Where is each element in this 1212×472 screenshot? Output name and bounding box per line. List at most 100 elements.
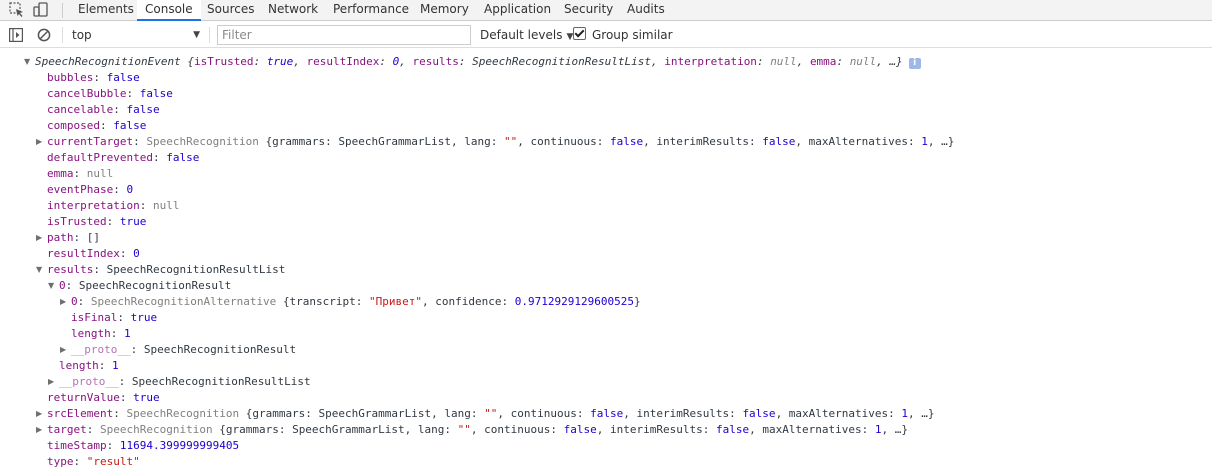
toolbar-divider (209, 27, 210, 43)
property-content: isTrusted: true (47, 214, 146, 230)
clear-console-icon[interactable] (37, 27, 51, 42)
context-selector[interactable]: top ▼ (72, 26, 202, 44)
colon: : (119, 391, 134, 404)
property-content: bubbles: false (47, 70, 140, 86)
property-value: , maxAlternatives: (795, 135, 922, 148)
property-value: "Привет" (369, 295, 423, 308)
property-value: , confidence: (422, 295, 515, 308)
checkbox-checked-icon[interactable] (573, 27, 586, 40)
property-value: , continuous: (497, 407, 591, 420)
property-content: cancelBubble: false (47, 86, 173, 102)
property-value: 1 (112, 359, 119, 372)
property-value: , …} (881, 423, 909, 436)
property-value: null (86, 167, 114, 180)
property-value: false (106, 71, 140, 84)
property-value: , interimResults: (643, 135, 763, 148)
property-row-defaultprevented: defaultPrevented: false (0, 150, 1212, 166)
property-key: resultIndex (47, 247, 120, 260)
info-icon[interactable]: i (908, 58, 921, 69)
expand-triangle-down-icon[interactable]: ▼ (48, 278, 58, 294)
show-sidebar-icon[interactable] (9, 27, 24, 43)
preview-key: resultIndex (306, 55, 380, 68)
property-content: emma: null (47, 166, 113, 182)
property-key: isFinal (71, 311, 118, 324)
property-key: 0 (59, 279, 66, 292)
tab-elements[interactable]: Elements (70, 0, 142, 21)
tab-memory[interactable]: Memory (412, 0, 477, 21)
filter-input[interactable] (217, 25, 471, 45)
comma: , (650, 55, 665, 68)
property-value: 1 (921, 135, 928, 148)
dropdown-arrow-icon: ▼ (193, 30, 200, 40)
tab-network[interactable]: Network (260, 0, 326, 21)
property-value: 1 (124, 327, 131, 340)
property-key: returnValue (47, 391, 120, 404)
property-value: false (762, 135, 796, 148)
property-row-proto[interactable]: ▶ __proto__: SpeechRecognitionResultList (0, 374, 1212, 390)
property-content: results: SpeechRecognitionResultList (47, 262, 285, 278)
expand-triangle-down-icon[interactable]: ▼ (24, 54, 34, 70)
tab-console[interactable]: Console (137, 0, 201, 21)
expand-triangle-right-icon[interactable]: ▶ (36, 422, 46, 438)
log-entry-header[interactable]: ▼ SpeechRecognitionEvent {isTrusted: true… (0, 54, 1212, 70)
expand-triangle-right-icon[interactable]: ▶ (36, 134, 46, 150)
property-content: isFinal: true (71, 310, 157, 326)
expand-triangle-right-icon[interactable]: ▶ (36, 230, 46, 246)
property-key: length (59, 359, 99, 372)
property-row-srcelement[interactable]: ▶ srcElement: SpeechRecognition {grammars… (0, 406, 1212, 422)
object-property-tree: bubbles: false cancelBubble: false cancela… (0, 70, 1212, 470)
property-row-proto[interactable]: ▶ __proto__: SpeechRecognitionResult (0, 342, 1212, 358)
property-value: {grammars: SpeechGrammarList, lang: (265, 135, 504, 148)
property-key: target (47, 423, 87, 436)
property-value: true (133, 391, 160, 404)
tab-sources[interactable]: Sources (199, 0, 262, 21)
inspect-element-icon[interactable] (9, 2, 25, 18)
preview-key: emma (809, 55, 837, 68)
property-row-currenttarget[interactable]: ▶ currentTarget: SpeechRecognition {gramm… (0, 134, 1212, 150)
property-value: 1 (874, 423, 882, 436)
property-key: __proto__ (71, 343, 131, 356)
colon: : (110, 327, 124, 340)
property-value: false (126, 103, 160, 116)
tab-application[interactable]: Application (476, 0, 559, 21)
console-toolbar: top ▼ Default levels▼ Group similar (0, 22, 1212, 48)
device-toolbar-icon[interactable] (33, 2, 49, 18)
expand-triangle-right-icon[interactable]: ▶ (60, 342, 70, 358)
colon: : (106, 439, 120, 452)
colon: : (152, 151, 167, 164)
property-key: defaultPrevented (47, 151, 153, 164)
property-value: "" (503, 135, 518, 148)
property-key: composed (47, 119, 100, 132)
property-key: type (47, 455, 74, 468)
property-row-path[interactable]: ▶ path: [] (0, 230, 1212, 246)
property-value: false (715, 423, 750, 436)
console-output: ▼ SpeechRecognitionEvent {isTrusted: true… (0, 54, 1212, 470)
property-content: target: SpeechRecognition {grammars: Spe… (47, 422, 908, 438)
property-row-target[interactable]: ▶ target: SpeechRecognition {grammars: Sp… (0, 422, 1212, 438)
tab-audits[interactable]: Audits (619, 0, 673, 21)
property-row-type: type: "result" (0, 454, 1212, 470)
preview-value: true (266, 55, 294, 68)
comma: , (293, 55, 307, 68)
colon: : (119, 247, 134, 260)
property-value: , interimResults: (623, 407, 743, 420)
expand-triangle-down-icon[interactable]: ▼ (36, 262, 46, 278)
property-row-length: length: 1 (0, 358, 1212, 374)
colon: : (73, 167, 87, 180)
group-similar-toggle[interactable]: Group similar (573, 26, 673, 44)
property-row-0[interactable]: ▼ 0: SpeechRecognitionResult (0, 278, 1212, 294)
tab-security[interactable]: Security (556, 0, 621, 21)
colon: : (77, 295, 91, 308)
property-value: {transcript: (282, 295, 370, 308)
expand-triangle-right-icon[interactable]: ▶ (48, 374, 58, 390)
property-content: returnValue: true (47, 390, 160, 406)
property-row-results[interactable]: ▼ results: SpeechRecognitionResultList (0, 262, 1212, 278)
expand-triangle-right-icon[interactable]: ▶ (60, 294, 70, 310)
property-content: srcElement: SpeechRecognition {grammars:… (47, 406, 935, 422)
colon: : (130, 343, 144, 356)
log-levels-dropdown[interactable]: Default levels ▼ (480, 26, 573, 44)
expand-triangle-right-icon[interactable]: ▶ (36, 406, 46, 422)
property-content: type: "result" (47, 454, 140, 470)
tab-performance[interactable]: Performance (325, 0, 417, 21)
property-row-0[interactable]: ▶ 0: SpeechRecognitionAlternative {transc… (0, 294, 1212, 310)
